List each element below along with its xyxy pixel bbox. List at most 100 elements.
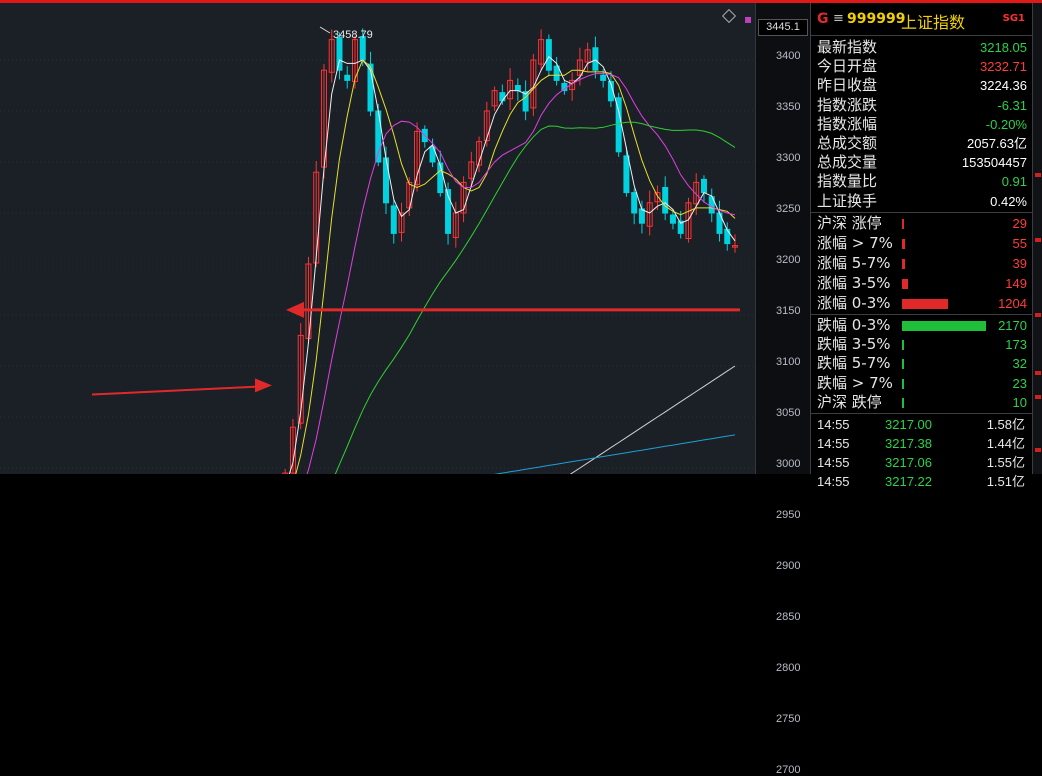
axis-tick: 3250 bbox=[776, 203, 801, 215]
trade-volume: 1.58亿 bbox=[986, 417, 1025, 433]
row-value: 153504457 bbox=[961, 155, 1027, 171]
axis-tick: 2700 bbox=[776, 764, 801, 776]
row-value: 2170 bbox=[998, 317, 1027, 333]
candle-body bbox=[390, 205, 397, 234]
row-value: -0.20% bbox=[985, 116, 1027, 132]
trade-row: 14:55 3217.00 1.58亿 bbox=[811, 415, 1033, 434]
trade-price: 3217.38 bbox=[885, 436, 932, 452]
row-label: 今日开盘 bbox=[817, 57, 878, 76]
up-dist-row: 涨幅 3-5% 149 bbox=[811, 274, 1033, 293]
row-value: 32 bbox=[1012, 356, 1027, 372]
row-value: 149 bbox=[1005, 275, 1027, 291]
side-strip bbox=[1032, 3, 1042, 474]
row-label: 涨幅 0-3% bbox=[817, 293, 891, 312]
trade-volume: 1.51亿 bbox=[986, 474, 1025, 490]
stat-row: 最新指数 3218.05 bbox=[811, 38, 1033, 57]
stat-row: 指数涨跌 -6.31 bbox=[811, 96, 1033, 115]
up-dist-bar bbox=[902, 278, 908, 289]
up-dist-bar bbox=[902, 238, 906, 249]
axis-tick: 3150 bbox=[776, 305, 801, 317]
stat-row: 总成交量 153504457 bbox=[811, 153, 1033, 172]
trade-time: 14:55 bbox=[817, 455, 850, 471]
menu-icon[interactable]: ≡ bbox=[833, 11, 844, 26]
down-dist-row: 跌幅 > 7% 23 bbox=[811, 374, 1033, 393]
candle-body bbox=[545, 39, 552, 71]
candle-body bbox=[638, 208, 645, 224]
panel-header: G ≡ 999999 上证指数 SG1 bbox=[811, 3, 1033, 36]
row-label: 昨日收盘 bbox=[817, 76, 878, 95]
trade-price: 3217.22 bbox=[885, 474, 932, 490]
axis-tick: 2850 bbox=[776, 611, 801, 623]
candle-body bbox=[623, 155, 630, 194]
row-label: 总成交量 bbox=[817, 153, 878, 172]
down-dist-bar bbox=[902, 359, 904, 370]
candle-body bbox=[336, 37, 343, 71]
row-value: 55 bbox=[1012, 235, 1027, 251]
kline-svg[interactable] bbox=[0, 3, 755, 474]
candle-body bbox=[700, 178, 707, 194]
stat-row: 上证换手 0.42% bbox=[811, 192, 1033, 211]
trade-row: 14:55 3217.38 1.44亿 bbox=[811, 434, 1033, 453]
candle-body bbox=[631, 192, 638, 214]
down-dist-row: 跌幅 5-7% 32 bbox=[811, 354, 1033, 373]
row-label: 涨幅 3-5% bbox=[817, 273, 891, 292]
index-code: 999999 bbox=[847, 11, 906, 27]
row-label: 指数涨幅 bbox=[817, 114, 878, 133]
strip-marker bbox=[1035, 238, 1041, 242]
row-label: 沪深 跌停 bbox=[817, 393, 882, 411]
row-label: 跌幅 > 7% bbox=[817, 373, 893, 392]
trade-time: 14:55 bbox=[817, 436, 850, 452]
row-label: 跌幅 0-3% bbox=[817, 315, 891, 334]
stat-row: 指数量比 0.91 bbox=[811, 172, 1033, 191]
high-price-label: 3458.79 bbox=[333, 29, 373, 41]
row-label: 涨幅 > 7% bbox=[817, 233, 893, 252]
candle-body bbox=[499, 92, 506, 102]
g-label[interactable]: G bbox=[817, 11, 829, 27]
down-dist-row: 沪深 跌停 10 bbox=[811, 393, 1033, 412]
row-value: 23 bbox=[1012, 375, 1027, 391]
row-value: 173 bbox=[1005, 337, 1027, 353]
row-label: 跌幅 5-7% bbox=[817, 354, 891, 373]
down-dist-bar bbox=[902, 320, 986, 331]
kline-chart[interactable]: 3458.79 ▪ bbox=[0, 3, 755, 474]
axis-tick: 3200 bbox=[776, 254, 801, 266]
marker-icon[interactable]: ▪ bbox=[744, 12, 752, 26]
axis-tick: 2750 bbox=[776, 713, 801, 725]
down-dist-row: 跌幅 0-3% 2170 bbox=[811, 316, 1033, 335]
up-dist-row: 涨幅 > 7% 55 bbox=[811, 234, 1033, 253]
index-name: 上证指数 bbox=[901, 13, 966, 32]
candle-body bbox=[514, 85, 521, 92]
row-value: 2057.63亿 bbox=[967, 136, 1027, 151]
trade-time: 14:55 bbox=[817, 474, 850, 490]
candle-body bbox=[669, 214, 676, 224]
row-label: 涨幅 5-7% bbox=[817, 253, 891, 272]
trade-price: 3217.06 bbox=[885, 455, 932, 471]
down-dist-bar bbox=[902, 378, 904, 389]
strip-marker bbox=[1035, 371, 1041, 375]
up-dist-row: 涨幅 0-3% 1204 bbox=[811, 294, 1033, 313]
row-value: 29 bbox=[1012, 215, 1027, 231]
trade-volume: 1.55亿 bbox=[986, 455, 1025, 471]
down-dist-bar bbox=[902, 340, 904, 351]
down-dist-bar bbox=[902, 398, 904, 408]
up-dist-row: 涨幅 5-7% 39 bbox=[811, 254, 1033, 273]
stat-row: 指数涨幅 -0.20% bbox=[811, 115, 1033, 134]
stat-row: 今日开盘 3232.71 bbox=[811, 57, 1033, 76]
row-value: 0.91 bbox=[1001, 174, 1027, 190]
ma250-line bbox=[493, 434, 736, 474]
axis-tick: 2950 bbox=[776, 509, 801, 521]
separator bbox=[811, 211, 1033, 213]
down-dist-row: 跌幅 3-5% 173 bbox=[811, 335, 1033, 354]
candle-body bbox=[344, 74, 351, 81]
row-label: 最新指数 bbox=[817, 38, 878, 56]
axis-tick: 3300 bbox=[776, 152, 801, 164]
row-label: 指数量比 bbox=[817, 172, 878, 191]
candle-body bbox=[383, 157, 390, 204]
row-label: 总成交额 bbox=[817, 134, 878, 152]
axis-tick: 3350 bbox=[776, 101, 801, 113]
row-value: -6.31 bbox=[997, 97, 1027, 113]
row-value: 3232.71 bbox=[980, 59, 1027, 75]
strip-marker bbox=[1035, 448, 1041, 452]
sg-badge[interactable]: SG1 bbox=[1003, 13, 1025, 24]
candle-body bbox=[662, 187, 669, 214]
